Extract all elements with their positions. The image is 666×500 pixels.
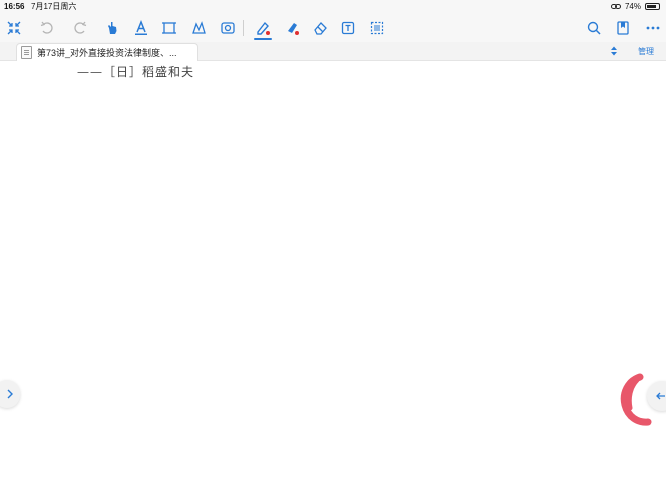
undo-button[interactable] (36, 13, 58, 42)
status-right: 74% (610, 0, 660, 13)
search-icon (587, 21, 601, 35)
image-tool-icon (221, 21, 235, 34)
textbox-button[interactable] (337, 13, 359, 42)
collapse-button[interactable] (3, 13, 25, 42)
battery-icon (645, 3, 660, 10)
document-tab[interactable]: 第73讲_对外直接投资法律制度、... (16, 43, 198, 61)
textbox-icon (341, 21, 355, 34)
author-attribution: ——［日］稻盛和夫 (77, 65, 195, 79)
hand-tool-button[interactable] (101, 13, 123, 42)
status-time: 16:56 (4, 2, 25, 11)
text-tool-icon (135, 19, 147, 35)
eraser-button[interactable] (309, 13, 331, 42)
battery-percent: 74% (624, 2, 641, 11)
select-box-icon (370, 21, 384, 34)
toolbar-divider (243, 20, 244, 36)
rectangle-select-icon (162, 21, 176, 34)
search-button[interactable] (583, 13, 605, 42)
back-button[interactable] (647, 381, 666, 411)
document-icon (21, 46, 32, 59)
image-tool-button[interactable] (217, 13, 239, 42)
collapse-icon (7, 21, 21, 34)
more-button[interactable] (642, 13, 664, 42)
pen-icon (257, 21, 270, 35)
lasso-icon (192, 20, 206, 34)
status-date: 7月17日周六 (31, 2, 77, 11)
arrow-left-icon (656, 392, 665, 400)
document-title: 第73讲_对外直接投资法律制度、... (37, 48, 177, 58)
manage-button[interactable]: 管理 (638, 46, 654, 57)
annotation-toolbar (0, 13, 666, 42)
redo-button[interactable] (69, 13, 91, 42)
sort-icon[interactable] (609, 45, 619, 57)
pen-tool-button[interactable] (252, 13, 274, 42)
lasso-button[interactable] (188, 13, 210, 42)
previous-page-button[interactable] (0, 380, 20, 408)
more-icon (646, 26, 660, 29)
bookmark-icon (617, 20, 629, 35)
redo-icon (74, 21, 87, 34)
chevron-right-icon (7, 389, 13, 399)
bookmark-button[interactable] (612, 13, 634, 42)
eraser-icon (314, 21, 327, 35)
hand-icon (108, 21, 117, 34)
text-tool-button[interactable] (130, 13, 152, 42)
highlighter-icon (288, 22, 299, 35)
status-bar: 16:56 7月17日周六 74% (0, 0, 666, 13)
document-tab-bar: 第73讲_对外直接投资法律制度、... 管理 (0, 42, 666, 61)
undo-icon (40, 21, 53, 34)
rectangle-select-button[interactable] (158, 13, 180, 42)
link-icon (610, 4, 621, 9)
highlighter-button[interactable] (281, 13, 303, 42)
select-box-button[interactable] (366, 13, 388, 42)
